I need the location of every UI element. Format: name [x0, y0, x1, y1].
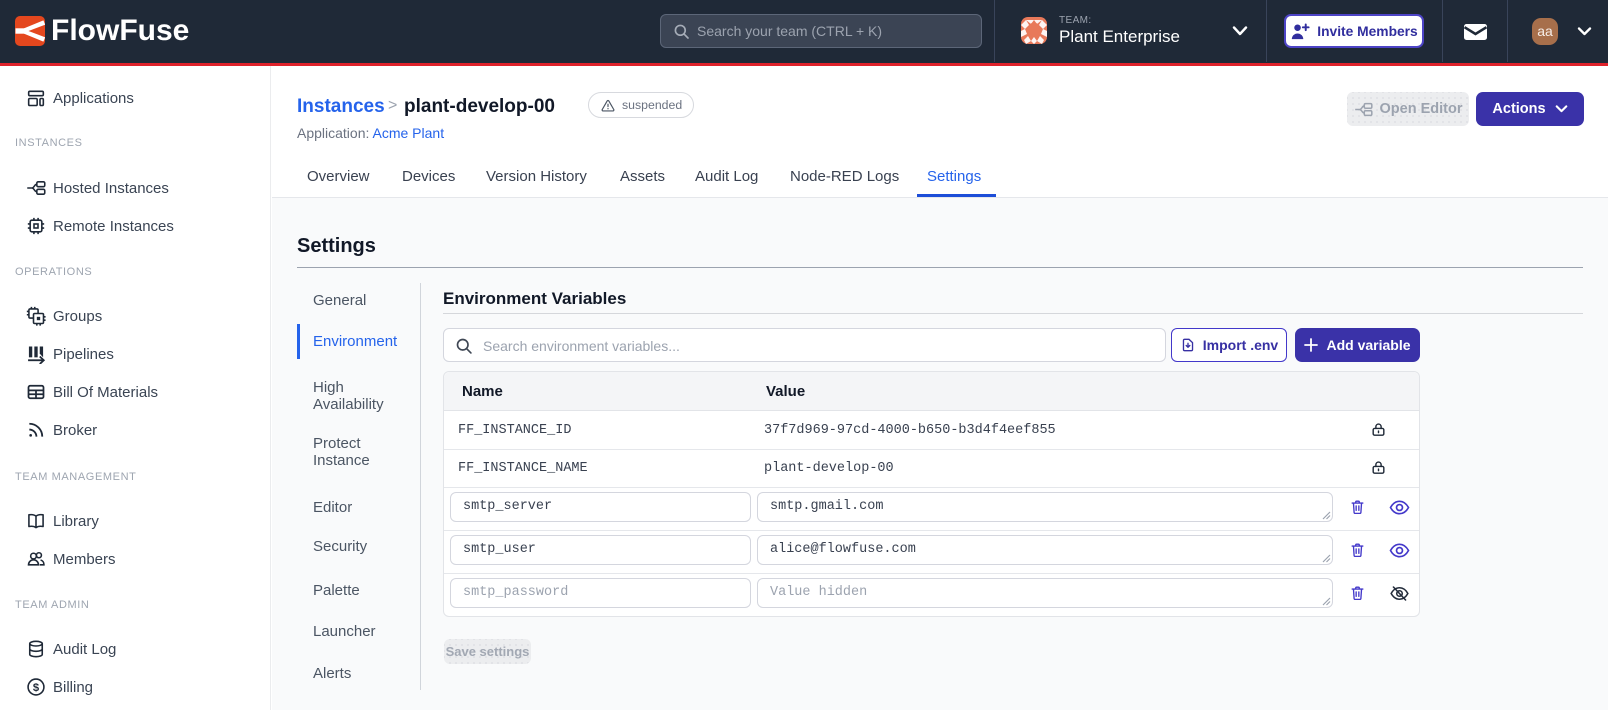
svg-text:$: $: [33, 682, 40, 694]
